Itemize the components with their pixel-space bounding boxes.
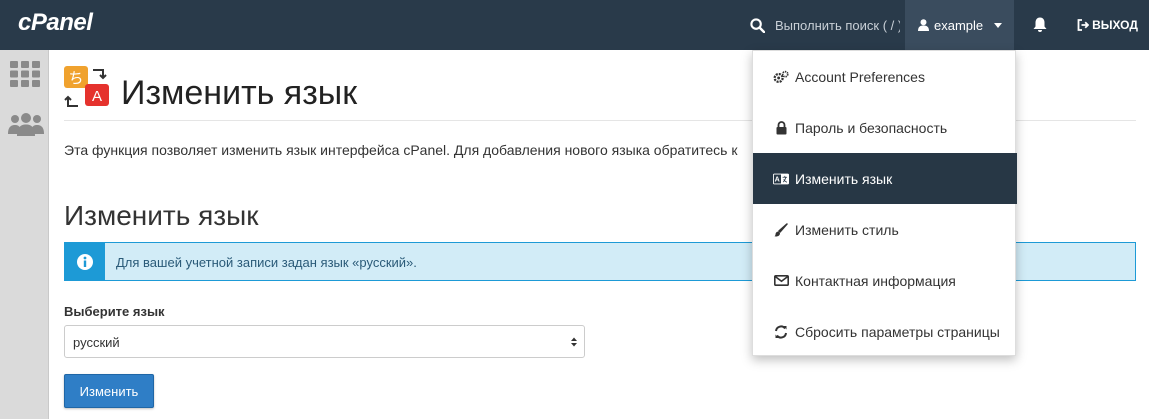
menu-item-change-language[interactable]: A Изменить язык (753, 153, 1017, 204)
gears-icon (773, 70, 789, 83)
users-icon[interactable] (8, 112, 44, 136)
page-icon-glyph-right: A (92, 88, 102, 105)
section-title: Изменить язык (64, 200, 259, 231)
notifications-button[interactable] (1014, 0, 1066, 50)
info-icon (64, 242, 105, 281)
change-language-icon: ち A (64, 66, 109, 107)
search-icon (750, 17, 765, 33)
change-language-button[interactable]: Изменить (64, 374, 154, 408)
svg-text:A: A (775, 175, 780, 183)
language-icon: A (773, 173, 789, 184)
menu-item-contact-info[interactable]: Контактная информация (753, 255, 1017, 306)
page-icon-glyph-left: ち (68, 69, 83, 87)
menu-item-label: Сбросить параметры страницы (795, 323, 1000, 340)
search-box[interactable] (732, 0, 905, 50)
select-arrows-icon (571, 337, 577, 347)
bell-icon (1033, 17, 1047, 32)
menu-item-label: Контактная информация (795, 272, 956, 289)
cpanel-logo[interactable]: cPanel (18, 9, 93, 37)
envelope-icon (773, 275, 789, 286)
menu-item-password-security[interactable]: Пароль и безопасность (753, 102, 1017, 153)
paintbrush-icon (774, 222, 788, 236)
menu-item-label: Account Preferences (795, 68, 925, 85)
sidebar (0, 50, 49, 419)
user-dropdown-menu: Account Preferences Пароль и безопасност… (752, 50, 1017, 357)
user-icon (918, 19, 929, 31)
sign-out-icon (1077, 19, 1090, 31)
page-title: Изменить язык (121, 74, 358, 112)
top-navbar: cPanel example ВЫХОД (0, 0, 1149, 50)
logout-button[interactable]: ВЫХОД (1066, 0, 1149, 50)
menu-item-label: Изменить стиль (795, 221, 899, 238)
username: example (934, 17, 984, 33)
user-menu-button[interactable]: example (905, 0, 1014, 50)
alert-message: Для вашей учетной записи задан язык «рус… (116, 255, 417, 270)
language-select-label: Выберите язык (64, 304, 165, 319)
refresh-icon (775, 324, 787, 339)
menu-item-change-style[interactable]: Изменить стиль (753, 204, 1017, 255)
logout-label: ВЫХОД (1092, 18, 1138, 32)
language-select[interactable]: русский (64, 325, 585, 358)
language-select-value: русский (73, 335, 120, 350)
menu-item-account-preferences[interactable]: Account Preferences (753, 51, 1017, 102)
menu-item-label: Изменить язык (795, 170, 893, 187)
lock-icon (776, 120, 786, 134)
page-description: Эта функция позволяет изменить язык инте… (64, 142, 738, 158)
menu-item-label: Пароль и безопасность (795, 119, 948, 136)
search-input[interactable] (775, 17, 900, 33)
caret-down-icon (994, 23, 1002, 28)
grid-icon[interactable] (10, 61, 40, 87)
menu-item-reset-page-settings[interactable]: Сбросить параметры страницы (753, 306, 1017, 357)
